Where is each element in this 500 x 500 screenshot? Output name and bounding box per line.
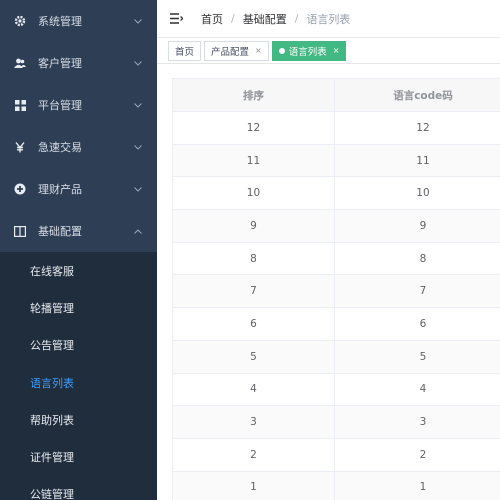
table-row[interactable]: 55 xyxy=(173,340,500,374)
sidebar-subitem-announcements[interactable]: 公告管理 xyxy=(0,327,157,364)
sidebar-subitem-online-service[interactable]: 在线客服 xyxy=(0,252,157,289)
sidebar-subitem-language-list[interactable]: 语言列表 xyxy=(0,364,157,401)
breadcrumb-current: 语言列表 xyxy=(306,12,351,26)
breadcrumb-basic-config[interactable]: 基础配置 xyxy=(243,11,287,27)
cell-sort: 7 xyxy=(173,275,335,308)
sidebar-item-label: 系统管理 xyxy=(38,15,82,28)
table-body: 12 12 11 11 10 10 9 9 8 8 7 7 6 6 5 5 4 4 3 3 2 2 1 1 xyxy=(173,112,500,500)
grid-icon xyxy=(13,98,27,112)
table-row[interactable]: 44 xyxy=(173,373,500,407)
sidebar-subitem-help-list[interactable]: 帮助列表 xyxy=(0,401,157,438)
cell-language-code: 5 xyxy=(335,341,500,373)
cell-language-code: 12 xyxy=(335,112,500,144)
breadcrumb-separator: / xyxy=(294,12,299,25)
table-row[interactable]: 11 11 xyxy=(173,144,500,178)
submenu-basic-config: 在线客服 轮播管理 公告管理 语言列表 帮助列表 证件管理 公链管理 xyxy=(0,252,157,500)
sidebar-subitem-public-chain[interactable]: 公链管理 xyxy=(0,476,157,500)
sidebar-item-finance[interactable]: 理财产品 xyxy=(0,168,157,210)
sidebar-item-quick-trade[interactable]: 急速交易 xyxy=(0,126,157,168)
language-table: 排序 语言code码 12 12 11 11 10 10 9 9 8 8 7 7 6 6 5 5 4 4 3 3 2 2 1… xyxy=(172,78,500,500)
table-row[interactable]: 88 xyxy=(173,242,500,276)
breadcrumb-separator: / xyxy=(231,12,235,25)
sidebar-subitem-carousel[interactable]: 轮播管理 xyxy=(0,289,157,326)
table-row[interactable]: 99 xyxy=(173,210,500,243)
cell-language-code: 2 xyxy=(335,439,500,471)
cell-sort: 10 xyxy=(173,177,335,210)
tag-label: 产品配置 xyxy=(211,46,250,58)
top-navbar: 首页 / 基础配置 / 语言列表 xyxy=(157,0,500,38)
table-row[interactable]: 33 xyxy=(173,406,500,439)
cell-language-code: 4 xyxy=(335,374,500,406)
chevron-down-icon xyxy=(133,184,143,194)
chevron-down-icon xyxy=(133,142,143,152)
table-row[interactable]: 22 xyxy=(173,438,500,472)
sidebar-item-label: 客户管理 xyxy=(38,57,82,70)
cell-sort: 2 xyxy=(173,438,335,471)
cell-sort: 3 xyxy=(173,406,335,438)
sidebar-item-customers[interactable]: 客户管理 xyxy=(0,42,157,84)
tag-language-list[interactable]: 语言列表 × xyxy=(271,40,347,61)
hamburger-icon[interactable] xyxy=(169,13,183,25)
cell-language-code: 6 xyxy=(335,308,500,340)
tag-home[interactable]: 首页 xyxy=(168,40,202,61)
main-content: 排序 语言code码 12 12 11 11 10 10 9 9 8 8 7 7 6 6 5 5 4 4 3 3 2 2 1… xyxy=(157,64,500,500)
breadcrumb-home[interactable]: 首页 xyxy=(201,11,223,27)
cell-language-code: 8 xyxy=(335,243,500,275)
table-row[interactable]: 12 12 xyxy=(173,112,500,145)
breadcrumb: 首页 / 基础配置 / 语言列表 xyxy=(201,11,350,27)
tag-label: 语言列表 xyxy=(288,46,327,58)
cell-language-code: 9 xyxy=(335,210,500,242)
cell-sort: 5 xyxy=(173,340,335,373)
column-header-sort[interactable]: 排序 xyxy=(173,79,335,111)
table-header: 排序 语言code码 xyxy=(173,79,500,112)
gear-icon xyxy=(13,14,27,28)
chevron-down-icon xyxy=(133,58,143,68)
sidebar-item-label: 急速交易 xyxy=(38,141,82,154)
table-row[interactable]: 11 xyxy=(173,471,500,500)
cell-sort: 1 xyxy=(173,471,335,500)
users-icon xyxy=(13,56,27,70)
tag-label: 首页 xyxy=(175,46,195,58)
sidebar: 系统管理 客户管理 平台管理 急速交易 理财产品 基础配置 在线客服 轮播管理 … xyxy=(0,0,157,500)
cell-language-code: 11 xyxy=(335,145,500,177)
tags-view: 首页 产品配置 × 语言列表 × xyxy=(157,38,500,64)
cell-language-code: 1 xyxy=(335,472,500,500)
cell-sort: 6 xyxy=(173,308,335,340)
sidebar-item-platform[interactable]: 平台管理 xyxy=(0,84,157,126)
table-row[interactable]: 10 10 xyxy=(173,177,500,211)
cell-language-code: 3 xyxy=(335,406,500,438)
sidebar-item-basic-config[interactable]: 基础配置 xyxy=(0,210,157,252)
yen-icon xyxy=(13,140,27,154)
sidebar-item-label: 理财产品 xyxy=(38,183,82,196)
chevron-up-icon xyxy=(133,226,143,236)
app-window: 系统管理 客户管理 平台管理 急速交易 理财产品 基础配置 在线客服 轮播管理 … xyxy=(0,0,500,500)
cell-language-code: 7 xyxy=(335,275,500,307)
tag-product-config[interactable]: 产品配置 × xyxy=(204,40,269,61)
active-dot-icon xyxy=(278,47,285,54)
table-row[interactable]: 66 xyxy=(173,308,500,341)
close-icon[interactable]: × xyxy=(255,46,262,55)
table-row[interactable]: 77 xyxy=(173,275,500,309)
sidebar-item-label: 平台管理 xyxy=(38,99,82,112)
cell-sort: 8 xyxy=(173,242,335,275)
cell-sort: 12 xyxy=(173,112,335,144)
circle-plus-icon xyxy=(13,182,27,196)
sidebar-subitem-documents[interactable]: 证件管理 xyxy=(0,438,157,475)
cell-language-code: 10 xyxy=(335,177,500,209)
chevron-down-icon xyxy=(133,16,143,26)
chevron-down-icon xyxy=(133,100,143,110)
sidebar-item-system[interactable]: 系统管理 xyxy=(0,0,157,42)
cell-sort: 9 xyxy=(173,210,335,242)
column-header-language-code[interactable]: 语言code码 xyxy=(335,79,500,111)
book-icon xyxy=(13,224,27,238)
cell-sort: 4 xyxy=(173,373,335,406)
close-icon[interactable]: × xyxy=(333,46,340,55)
cell-sort: 11 xyxy=(173,144,335,177)
sidebar-item-label: 基础配置 xyxy=(38,225,82,238)
